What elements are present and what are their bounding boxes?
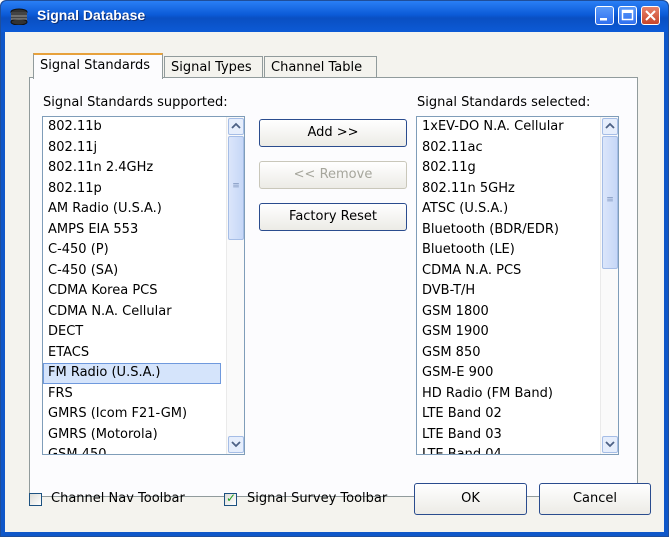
list-item[interactable]: ATSC (U.S.A.): [417, 199, 598, 220]
list-item[interactable]: 802.11n 2.4GHz: [43, 158, 224, 179]
list-item[interactable]: GSM 1900: [417, 322, 598, 343]
chevron-down-icon: [231, 441, 241, 448]
list-item[interactable]: CDMA Korea PCS: [43, 281, 224, 302]
list-item[interactable]: C-450 (P): [43, 240, 224, 261]
close-button[interactable]: [641, 6, 660, 25]
list-item[interactable]: DECT: [43, 322, 224, 343]
list-item[interactable]: LTE Band 02: [417, 404, 598, 425]
scroll-up-button[interactable]: [228, 118, 244, 135]
signal-database-window: Signal Database Signal Standards Signal …: [0, 0, 669, 537]
signal-standards-panel: Signal Standards supported: Signal Stand…: [29, 77, 638, 497]
remove-button[interactable]: << Remove: [259, 161, 407, 189]
list-item[interactable]: AM Radio (U.S.A.): [43, 199, 224, 220]
list-item[interactable]: FM Radio (U.S.A.): [43, 363, 221, 384]
list-item[interactable]: 802.11j: [43, 138, 224, 159]
list-item[interactable]: C-450 (SA): [43, 261, 224, 282]
list-item[interactable]: DVB-T/H: [417, 281, 598, 302]
scroll-up-button[interactable]: [602, 118, 618, 135]
tab-channel-table[interactable]: Channel Table: [264, 56, 377, 78]
list-item[interactable]: CDMA N.A. PCS: [417, 261, 598, 282]
dialog-body: Signal Standards Signal Types Channel Ta…: [5, 32, 664, 532]
ok-button[interactable]: OK: [414, 483, 527, 515]
chevron-up-icon: [231, 122, 241, 129]
list-item[interactable]: Bluetooth (LE): [417, 240, 598, 261]
list-item[interactable]: LTE Band 04: [417, 445, 598, 454]
tab-label: Channel Table: [271, 60, 363, 75]
list-item[interactable]: GSM 450: [43, 445, 224, 454]
list-item[interactable]: 802.11ac: [417, 138, 598, 159]
checkmark-icon: ✓: [226, 491, 237, 505]
signal-survey-checkbox[interactable]: ✓: [224, 491, 237, 506]
list-item[interactable]: 802.11n 5GHz: [417, 179, 598, 200]
selected-scrollbar[interactable]: ≡: [600, 117, 618, 454]
list-item[interactable]: 802.11b: [43, 117, 224, 138]
channel-nav-checkbox[interactable]: [29, 493, 42, 506]
list-item[interactable]: GMRS (Motorola): [43, 425, 224, 446]
chevron-down-icon: [605, 441, 615, 448]
selected-caption: Signal Standards selected:: [417, 95, 591, 110]
list-item[interactable]: AMPS EIA 553: [43, 220, 224, 241]
minimize-icon: [600, 18, 607, 21]
channel-nav-label[interactable]: Channel Nav Toolbar: [51, 491, 185, 506]
window-title: Signal Database: [37, 7, 146, 23]
supported-items: 802.11b 802.11j 802.11n 2.4GHz 802.11p AM Ra…: [43, 117, 224, 454]
add-button[interactable]: Add >>: [259, 119, 407, 147]
chevron-up-icon: [605, 122, 615, 129]
tab-signal-standards[interactable]: Signal Standards: [33, 53, 163, 79]
title-bar[interactable]: Signal Database: [1, 1, 668, 32]
list-item[interactable]: 1xEV-DO N.A. Cellular: [417, 117, 598, 138]
list-item[interactable]: 802.11g: [417, 158, 598, 179]
close-icon: [645, 10, 656, 21]
tab-label: Signal Types: [171, 60, 252, 75]
maximize-icon: [621, 9, 634, 21]
list-item[interactable]: FRS: [43, 384, 224, 405]
list-item[interactable]: 802.11p: [43, 179, 224, 200]
minimize-button[interactable]: [595, 6, 614, 25]
grip-icon: ≡: [232, 181, 240, 191]
tab-label: Signal Standards: [40, 58, 150, 73]
list-item[interactable]: Bluetooth (BDR/EDR): [417, 220, 598, 241]
supported-list[interactable]: 802.11b 802.11j 802.11n 2.4GHz 802.11p AM Ra…: [42, 116, 245, 455]
supported-caption: Signal Standards supported:: [43, 95, 228, 110]
supported-scrollbar[interactable]: ≡: [226, 117, 244, 454]
list-item[interactable]: GSM 850: [417, 343, 598, 364]
database-icon: [10, 8, 28, 25]
list-item[interactable]: GSM-E 900: [417, 363, 598, 384]
list-item[interactable]: GSM 1800: [417, 302, 598, 323]
signal-survey-label[interactable]: Signal Survey Toolbar: [247, 491, 387, 506]
scroll-thumb[interactable]: ≡: [228, 136, 244, 240]
factory-reset-button[interactable]: Factory Reset: [259, 203, 407, 231]
scroll-down-button[interactable]: [602, 436, 618, 453]
list-item[interactable]: CDMA N.A. Cellular: [43, 302, 224, 323]
grip-icon: ≡: [606, 195, 614, 205]
list-item[interactable]: ETACS: [43, 343, 224, 364]
tab-signal-types[interactable]: Signal Types: [164, 56, 263, 78]
list-item[interactable]: GMRS (Icom F21-GM): [43, 404, 224, 425]
scroll-thumb[interactable]: ≡: [602, 136, 618, 269]
list-item[interactable]: LTE Band 03: [417, 425, 598, 446]
list-item[interactable]: HD Radio (FM Band): [417, 384, 598, 405]
scroll-down-button[interactable]: [228, 436, 244, 453]
maximize-button[interactable]: [618, 6, 637, 25]
selected-list[interactable]: 1xEV-DO N.A. Cellular 802.11ac 802.11g 802.…: [416, 116, 619, 455]
selected-items: 1xEV-DO N.A. Cellular 802.11ac 802.11g 802.…: [417, 117, 598, 454]
cancel-button[interactable]: Cancel: [539, 483, 651, 515]
